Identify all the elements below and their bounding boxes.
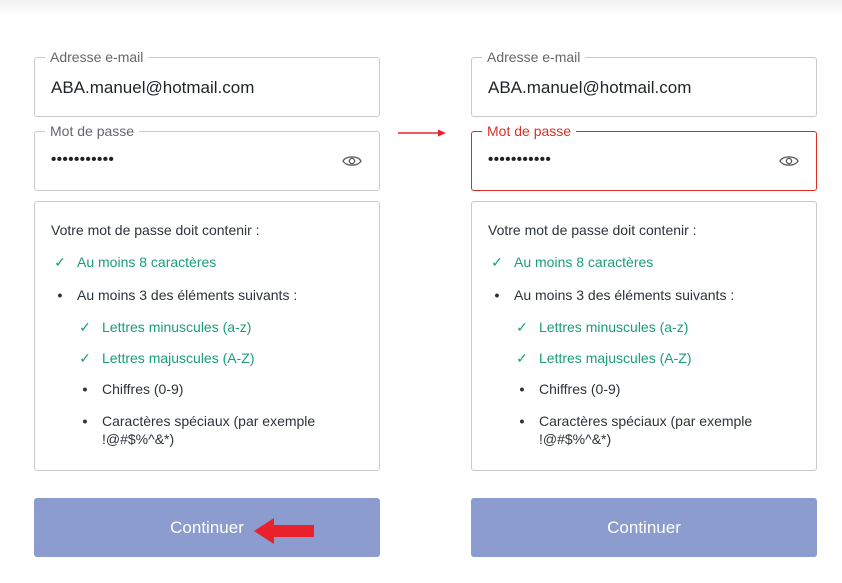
bullet-icon: • [82, 381, 88, 397]
password-rules-box: Votre mot de passe doit contenir : ✓ Au … [34, 201, 380, 471]
eye-icon[interactable] [341, 152, 363, 170]
rule-label: Caractères spéciaux (par exemple [539, 413, 753, 429]
rule-three-of: • Au moins 3 des éléments suivants : [51, 286, 298, 304]
rule-three-of: • Au moins 3 des éléments suivants : [488, 286, 735, 304]
rule-lowercase: ✓ Lettres minuscules (a-z) [513, 318, 688, 336]
rule-min-length: ✓ Au moins 8 caractères [488, 253, 653, 271]
rule-label: Au moins 8 caractères [514, 254, 654, 270]
rule-uppercase: ✓ Lettres majuscules (A-Z) [513, 349, 691, 367]
continue-button[interactable]: Continuer [34, 498, 380, 557]
password-value[interactable]: ••••••••••• [51, 151, 114, 168]
rule-min-length: ✓ Au moins 8 caractères [51, 253, 216, 271]
email-value[interactable]: ABA.manuel@hotmail.com [488, 78, 691, 98]
email-field[interactable]: Adresse e-mail ABA.manuel@hotmail.com [471, 48, 817, 117]
rule-label: Chiffres (0-9) [102, 381, 184, 397]
rule-label: Au moins 3 des éléments suivants : [514, 287, 735, 303]
arrow-left-icon [254, 518, 314, 544]
continue-button[interactable]: Continuer [471, 498, 817, 557]
rule-label-cont: !@#$%^&*) [102, 431, 175, 447]
check-icon: ✓ [79, 319, 91, 335]
password-label: Mot de passe [482, 122, 577, 140]
password-value[interactable]: ••••••••••• [488, 151, 551, 168]
rule-label: Chiffres (0-9) [539, 381, 621, 397]
bullet-icon: • [519, 381, 525, 397]
email-value[interactable]: ABA.manuel@hotmail.com [51, 78, 254, 98]
rule-label: Lettres majuscules (A-Z) [539, 350, 692, 366]
rule-uppercase: ✓ Lettres majuscules (A-Z) [76, 349, 254, 367]
check-icon: ✓ [491, 254, 503, 270]
rules-title: Votre mot de passe doit contenir : [51, 222, 260, 238]
email-field[interactable]: Adresse e-mail ABA.manuel@hotmail.com [34, 48, 380, 117]
rule-special: • Caractères spéciaux (par exemple !@#$%… [513, 412, 753, 448]
bullet-icon: • [82, 413, 88, 429]
check-icon: ✓ [516, 319, 528, 335]
password-field-error[interactable]: Mot de passe ••••••••••• [471, 122, 817, 191]
rule-special: • Caractères spéciaux (par exemple !@#$%… [76, 412, 316, 448]
rule-digits: • Chiffres (0-9) [76, 380, 184, 398]
rule-label-cont: !@#$%^&*) [539, 431, 612, 447]
password-field[interactable]: Mot de passe ••••••••••• [34, 122, 380, 191]
rule-label: Caractères spéciaux (par exemple [102, 413, 316, 429]
password-rules-box: Votre mot de passe doit contenir : ✓ Au … [471, 201, 817, 471]
rules-title: Votre mot de passe doit contenir : [488, 222, 697, 238]
check-icon: ✓ [54, 254, 66, 270]
email-label: Adresse e-mail [482, 48, 586, 66]
rule-label: Lettres minuscules (a-z) [102, 319, 252, 335]
login-form-right: Adresse e-mail ABA.manuel@hotmail.com Mo… [471, 0, 817, 583]
rule-label: Lettres majuscules (A-Z) [102, 350, 255, 366]
rule-digits: • Chiffres (0-9) [513, 380, 621, 398]
check-icon: ✓ [79, 350, 91, 366]
bullet-icon: • [494, 287, 500, 303]
arrow-right-icon [398, 129, 446, 137]
rule-lowercase: ✓ Lettres minuscules (a-z) [76, 318, 251, 336]
eye-icon[interactable] [778, 152, 800, 170]
rule-label: Au moins 3 des éléments suivants : [77, 287, 298, 303]
bullet-icon: • [519, 413, 525, 429]
rule-label: Lettres minuscules (a-z) [539, 319, 689, 335]
password-label: Mot de passe [45, 122, 140, 140]
email-label: Adresse e-mail [45, 48, 149, 66]
bullet-icon: • [57, 287, 63, 303]
check-icon: ✓ [516, 350, 528, 366]
login-form-left: Adresse e-mail ABA.manuel@hotmail.com Mo… [34, 0, 380, 583]
rule-label: Au moins 8 caractères [77, 254, 217, 270]
